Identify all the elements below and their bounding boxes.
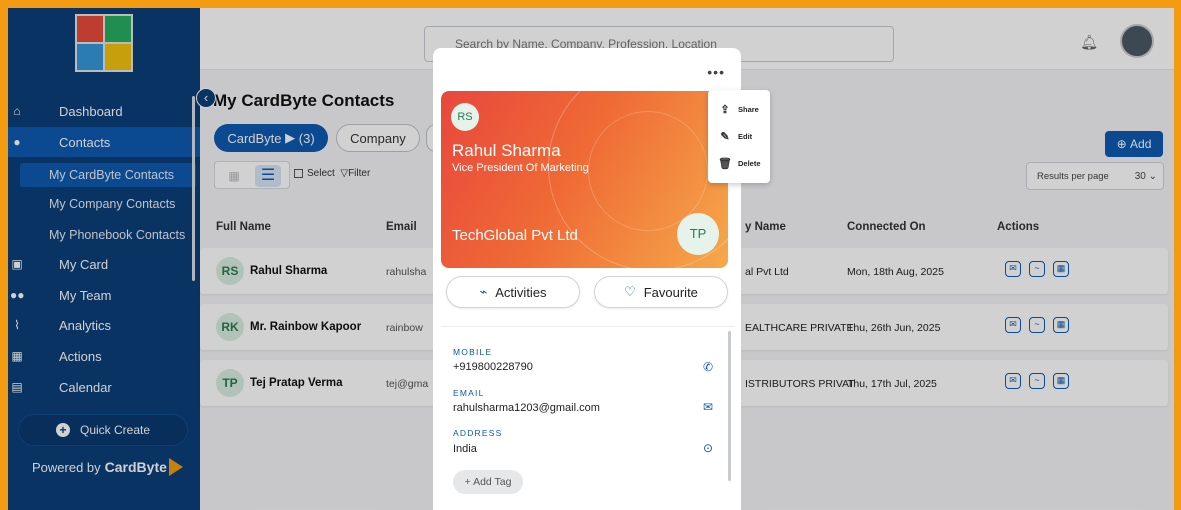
activity-icon: ⌁ bbox=[479, 284, 488, 299]
more-options-icon[interactable]: ••• bbox=[707, 64, 725, 80]
company-avatar: TP bbox=[677, 213, 719, 255]
business-card: RS Rahul Sharma Vice President Of Market… bbox=[441, 91, 728, 268]
menu-item-edit[interactable]: ✎ Edit bbox=[718, 126, 752, 146]
add-tag-button[interactable]: + Add Tag bbox=[453, 470, 523, 494]
contact-detail-modal: ••• RS Rahul Sharma Vice President Of Ma… bbox=[433, 48, 741, 510]
details-scrollbar[interactable] bbox=[728, 331, 731, 481]
email-value: rahulsharma1203@gmail.com bbox=[453, 402, 600, 414]
options-menu: ⇪ Share ✎ Edit 🗑︎ Delete bbox=[708, 90, 770, 183]
edit-icon: ✎ bbox=[720, 130, 730, 143]
contact-details: MOBILE +919800228790 ✆ EMAIL rahulsharma… bbox=[441, 326, 735, 498]
card-title: Vice President Of Marketing bbox=[452, 162, 589, 174]
card-company: TechGlobal Pvt Ltd bbox=[452, 227, 578, 244]
mobile-value: +919800228790 bbox=[453, 361, 533, 373]
card-name: Rahul Sharma bbox=[452, 141, 561, 160]
mail-icon[interactable]: ✉ bbox=[703, 400, 713, 414]
phone-icon[interactable]: ✆ bbox=[703, 360, 713, 374]
favourite-button[interactable]: ♡ Favourite bbox=[594, 276, 728, 308]
menu-item-delete[interactable]: 🗑︎ Delete bbox=[718, 153, 761, 173]
address-value: India bbox=[453, 443, 477, 455]
menu-item-share[interactable]: ⇪ Share bbox=[718, 99, 758, 119]
heart-icon: ♡ bbox=[624, 284, 636, 299]
activities-button[interactable]: ⌁ Activities bbox=[446, 276, 580, 308]
card-avatar: RS bbox=[451, 103, 479, 131]
share-icon: ⇪ bbox=[720, 103, 730, 116]
card-pattern-inner bbox=[588, 111, 708, 231]
location-icon[interactable]: ⊙ bbox=[703, 441, 713, 455]
trash-icon: 🗑︎ bbox=[718, 157, 732, 170]
